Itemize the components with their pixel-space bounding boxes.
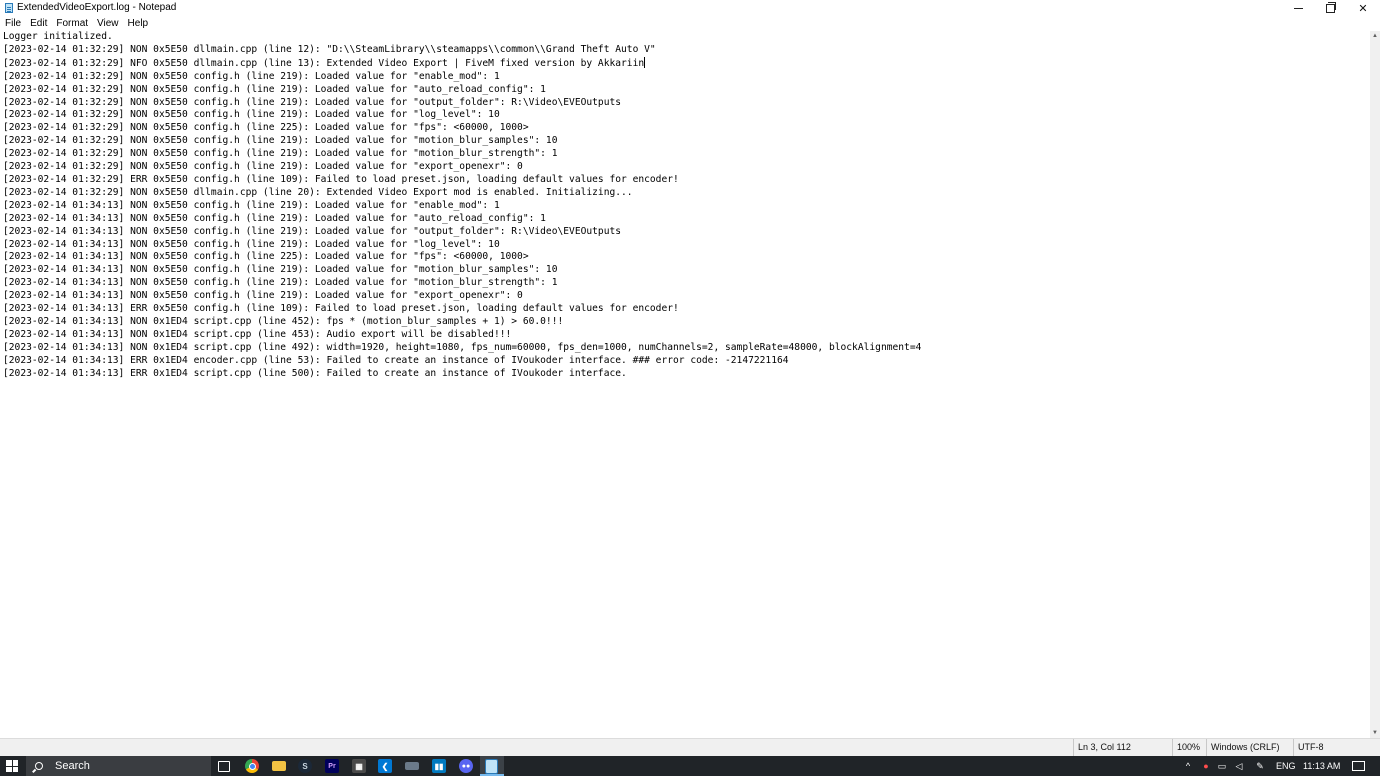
log-line: [2023-02-14 01:34:13] NON 0x5E50 config.…	[3, 199, 500, 211]
menu-help[interactable]: Help	[123, 16, 153, 31]
taskbar-search-box[interactable]: Search	[26, 756, 211, 776]
volume-icon[interactable]: ◁	[1234, 761, 1244, 771]
scroll-up-icon[interactable]: ▲	[1370, 31, 1380, 41]
log-line: [2023-02-14 01:34:13] NON 0x1ED4 script.…	[3, 341, 922, 353]
log-line: [2023-02-14 01:34:13] NON 0x5E50 config.…	[3, 251, 529, 263]
network-icon[interactable]: ▭	[1217, 761, 1227, 771]
encoding: UTF-8	[1293, 739, 1378, 756]
menu-view[interactable]: View	[92, 16, 123, 31]
premiere-pro-icon[interactable]: Pr	[325, 759, 339, 773]
keyboard-icon[interactable]	[405, 762, 419, 770]
calculator-icon[interactable]: ▦	[352, 759, 366, 773]
close-button[interactable]: ✕	[1346, 0, 1380, 16]
log-text-content[interactable]: Logger initialized. [2023-02-14 01:32:29…	[0, 31, 1370, 380]
log-line: [2023-02-14 01:32:29] NON 0x5E50 config.…	[3, 135, 558, 147]
restore-icon	[1325, 1, 1336, 13]
chrome-icon[interactable]	[245, 759, 259, 773]
log-line: [2023-02-14 01:32:29] NFO 0x5E50 dllmain…	[3, 57, 645, 69]
log-line: [2023-02-14 01:32:29] NON 0x5E50 config.…	[3, 148, 558, 160]
log-line: [2023-02-14 01:34:13] NON 0x5E50 config.…	[3, 277, 558, 289]
scroll-down-icon[interactable]: ▼	[1370, 728, 1380, 738]
window-title: ExtendedVideoExport.log - Notepad	[17, 2, 177, 13]
text-caret	[644, 56, 646, 68]
minimize-button[interactable]	[1282, 0, 1314, 16]
menu-edit[interactable]: Edit	[25, 16, 51, 31]
status-bar: Ln 3, Col 112 100% Windows (CRLF) UTF-8	[0, 738, 1380, 756]
log-line: [2023-02-14 01:34:13] NON 0x1ED4 script.…	[3, 328, 512, 340]
log-line: [2023-02-14 01:32:29] NON 0x5E50 config.…	[3, 96, 622, 108]
notepad-icon	[4, 2, 14, 14]
vscode-icon[interactable]: ❮	[378, 759, 392, 773]
discord-icon[interactable]: ●●	[459, 759, 473, 773]
tray-app-icon[interactable]: ●	[1201, 761, 1211, 771]
log-line: [2023-02-14 01:34:13] NON 0x5E50 config.…	[3, 238, 500, 250]
log-line: [2023-02-14 01:34:13] NON 0x1ED4 script.…	[3, 315, 564, 327]
title-bar[interactable]: ExtendedVideoExport.log - Notepad ✕	[0, 0, 1380, 16]
pen-icon[interactable]: ✎	[1255, 761, 1265, 771]
log-line: [2023-02-14 01:32:29] NON 0x5E50 config.…	[3, 83, 546, 95]
notification-center-icon[interactable]	[1352, 761, 1365, 771]
notepad-taskbar-icon[interactable]	[485, 759, 498, 774]
log-line: [2023-02-14 01:34:13] ERR 0x5E50 config.…	[3, 303, 679, 315]
log-line: [2023-02-14 01:34:13] ERR 0x1ED4 script.…	[3, 367, 627, 379]
line-ending: Windows (CRLF)	[1206, 739, 1293, 756]
search-icon	[35, 762, 43, 770]
log-line: [2023-02-14 01:34:13] NON 0x5E50 config.…	[3, 290, 523, 302]
vertical-scrollbar[interactable]: ▲ ▼	[1370, 31, 1380, 738]
window-controls: ✕	[1282, 0, 1380, 16]
task-view-icon[interactable]	[218, 761, 230, 772]
log-line: [2023-02-14 01:32:29] ERR 0x5E50 config.…	[3, 173, 679, 185]
windows-start-icon[interactable]	[6, 760, 18, 772]
language-indicator[interactable]: ENG	[1276, 756, 1296, 776]
taskbar: Search S Pr ▦ ❮ ▮▮ ●● ^ ● ▭ ◁ ✎ ENG 11:1…	[0, 756, 1380, 776]
menu-file[interactable]: File	[0, 16, 25, 31]
text-editor[interactable]: Logger initialized. [2023-02-14 01:32:29…	[0, 31, 1370, 738]
close-icon: ✕	[1358, 2, 1368, 15]
log-line: [2023-02-14 01:34:13] NON 0x5E50 config.…	[3, 212, 546, 224]
file-explorer-icon[interactable]	[272, 761, 286, 771]
log-line: [2023-02-14 01:32:29] NON 0x5E50 config.…	[3, 122, 529, 134]
log-line: [2023-02-14 01:34:13] NON 0x5E50 config.…	[3, 225, 622, 237]
steam-icon[interactable]: S	[298, 759, 312, 773]
search-placeholder: Search	[55, 760, 90, 772]
log-line: [2023-02-14 01:34:13] NON 0x5E50 config.…	[3, 264, 558, 276]
menu-bar: File Edit Format View Help	[0, 16, 1380, 31]
log-line: [2023-02-14 01:32:29] NON 0x5E50 config.…	[3, 109, 500, 121]
log-line: [2023-02-14 01:32:29] NON 0x5E50 dllmain…	[3, 186, 633, 198]
menu-format[interactable]: Format	[51, 16, 92, 31]
trello-icon[interactable]: ▮▮	[432, 759, 446, 773]
log-line: [2023-02-14 01:32:29] NON 0x5E50 config.…	[3, 70, 500, 82]
log-line: [2023-02-14 01:32:29] NON 0x5E50 dllmain…	[3, 43, 656, 55]
log-line: [2023-02-14 01:34:13] ERR 0x1ED4 encoder…	[3, 354, 789, 366]
zoom-level: 100%	[1172, 739, 1208, 756]
show-hidden-icons-icon[interactable]: ^	[1183, 761, 1193, 771]
cursor-position: Ln 3, Col 112	[1073, 739, 1175, 756]
restore-button[interactable]	[1314, 0, 1346, 16]
minimize-icon	[1293, 7, 1303, 9]
log-line: [2023-02-14 01:32:29] NON 0x5E50 config.…	[3, 161, 523, 173]
clock-time[interactable]: 11:13 AM	[1303, 756, 1340, 776]
log-line: Logger initialized.	[3, 31, 113, 42]
